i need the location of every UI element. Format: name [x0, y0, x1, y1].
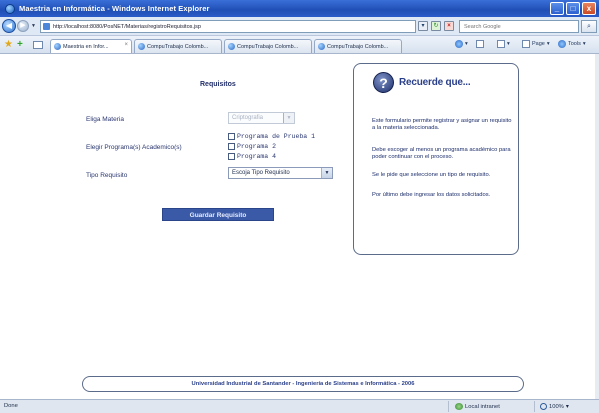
programa-label: Programa 2 — [237, 143, 277, 150]
tab-computrabajo-2[interactable]: CompuTrabajo Colomb... — [224, 39, 312, 53]
print-button[interactable]: ▾ — [497, 40, 510, 48]
page-content: Requisitos Eliga Materia Criptografia ▼ … — [0, 54, 599, 399]
question-mark-icon: ? — [373, 72, 394, 93]
status-divider — [448, 401, 449, 412]
back-button[interactable]: ◀ — [2, 19, 16, 33]
vertical-scrollbar[interactable] — [595, 54, 599, 399]
tipo-requisito-label: Tipo Requisito — [86, 172, 128, 179]
tab-label: CompuTrabajo Colomb... — [327, 43, 389, 50]
stop-icon[interactable]: × — [444, 21, 454, 31]
tab-bar: ★ + Maestria en Infor... × CompuTrabajo … — [0, 36, 599, 54]
info-paragraph-1: Este formulario permite registrar y asig… — [372, 118, 512, 131]
zoom-level: 100% — [549, 403, 564, 410]
tab-maestria[interactable]: Maestria en Infor... × — [50, 39, 132, 53]
quick-tabs-icon[interactable] — [33, 41, 43, 49]
info-paragraph-4: Por último debe ingresar los datos solic… — [372, 192, 491, 198]
tipo-requisito-select[interactable]: Escoja Tipo Requisito ▼ — [228, 167, 333, 179]
search-input[interactable] — [460, 21, 578, 32]
url-input[interactable] — [53, 23, 413, 30]
tab-close-icon[interactable]: × — [124, 42, 128, 48]
page-menu-icon — [522, 40, 530, 48]
zone-label: Local intranet — [465, 403, 500, 410]
intranet-globe-icon — [455, 403, 463, 410]
checkbox-box[interactable] — [228, 143, 235, 150]
tools-gear-icon — [558, 40, 566, 48]
programa-checkbox-3[interactable]: Programa 4 — [228, 153, 276, 160]
feeds-icon — [476, 40, 484, 48]
zoom-dropdown-icon: ▾ — [565, 403, 569, 410]
form-heading: Requisitos — [200, 81, 236, 88]
page-menu[interactable]: Page ▾ — [522, 40, 550, 48]
status-divider — [534, 401, 535, 412]
programa-label: Programa 4 — [237, 153, 277, 160]
status-bar: Done Local intranet 100% ▾ — [0, 399, 599, 413]
search-box[interactable] — [459, 20, 579, 33]
window-controls: _ □ x — [550, 2, 596, 15]
print-icon — [497, 40, 505, 48]
page-icon — [43, 23, 50, 30]
home-button[interactable]: ▾ — [455, 40, 468, 48]
minimize-button[interactable]: _ — [550, 2, 564, 15]
address-bar: ◀ ▶ ▼ ▾ ↻ × ⌕ — [0, 17, 599, 36]
chevron-down-icon: ▼ — [321, 168, 332, 178]
info-title: Recuerde que... — [399, 77, 471, 88]
tab-page-icon — [54, 43, 61, 50]
recent-pages-dropdown-icon[interactable]: ▼ — [31, 23, 36, 29]
window-title: Maestria en Informática - Windows Intern… — [19, 4, 210, 13]
internet-explorer-icon — [5, 3, 15, 14]
page-footer: Universidad Industrial de Santander - In… — [82, 376, 524, 392]
chevron-down-icon: ▼ — [283, 113, 294, 123]
tab-computrabajo-3[interactable]: CompuTrabajo Colomb... — [314, 39, 402, 53]
programa-label: Programa de Prueba 1 — [237, 133, 316, 140]
tab-label: CompuTrabajo Colomb... — [147, 43, 209, 50]
info-paragraph-3: Se le pide que seleccione un tipo de req… — [372, 172, 491, 178]
info-paragraph-2: Debe escoger al menos un programa académ… — [372, 147, 511, 160]
programa-checkbox-1[interactable]: Programa de Prueba 1 — [228, 133, 315, 140]
tab-label: Maestria en Infor... — [63, 43, 109, 50]
info-panel: ? Recuerde que... Este formulario permit… — [353, 63, 519, 255]
maximize-button[interactable]: □ — [566, 2, 580, 15]
info-title-text: Recuerde que... — [399, 77, 471, 88]
forward-button[interactable]: ▶ — [17, 20, 29, 32]
tab-page-icon — [228, 43, 235, 50]
tools-menu-label: Tools — [568, 41, 581, 47]
home-icon — [455, 40, 463, 48]
page-menu-label: Page — [532, 41, 545, 47]
materia-select-value: Criptografia — [232, 115, 264, 121]
checkbox-box[interactable] — [228, 133, 235, 140]
tab-page-icon — [138, 43, 145, 50]
status-text: Done — [4, 403, 18, 409]
refresh-icon[interactable]: ↻ — [431, 21, 441, 31]
guardar-requisito-button[interactable]: Guardar Requisito — [162, 208, 274, 221]
favorites-star-icon[interactable]: ★ — [4, 39, 13, 50]
title-bar: Maestria en Informática - Windows Intern… — [0, 0, 599, 17]
url-field[interactable] — [40, 20, 416, 33]
materia-select[interactable]: Criptografia ▼ — [228, 112, 295, 124]
add-favorites-icon[interactable]: + — [17, 39, 23, 50]
address-dropdown-icon[interactable]: ▾ — [418, 21, 428, 31]
tools-menu[interactable]: Tools ▾ — [558, 40, 586, 48]
close-button[interactable]: x — [582, 2, 596, 15]
materia-label: Eliga Materia — [86, 116, 124, 123]
zoom-magnifier-icon — [540, 403, 547, 410]
security-zone[interactable]: Local intranet — [455, 403, 500, 410]
tipo-requisito-value: Escoja Tipo Requisito — [232, 170, 290, 176]
feeds-button[interactable] — [476, 40, 484, 48]
programas-label: Elegir Programa(s) Academico(s) — [86, 144, 182, 151]
checkbox-box[interactable] — [228, 153, 235, 160]
tab-computrabajo-1[interactable]: CompuTrabajo Colomb... — [134, 39, 222, 53]
tab-page-icon — [318, 43, 325, 50]
programa-checkbox-2[interactable]: Programa 2 — [228, 143, 276, 150]
search-icon[interactable]: ⌕ — [581, 20, 597, 33]
tab-label: CompuTrabajo Colomb... — [237, 43, 299, 50]
zoom-control[interactable]: 100% ▾ — [540, 403, 569, 410]
